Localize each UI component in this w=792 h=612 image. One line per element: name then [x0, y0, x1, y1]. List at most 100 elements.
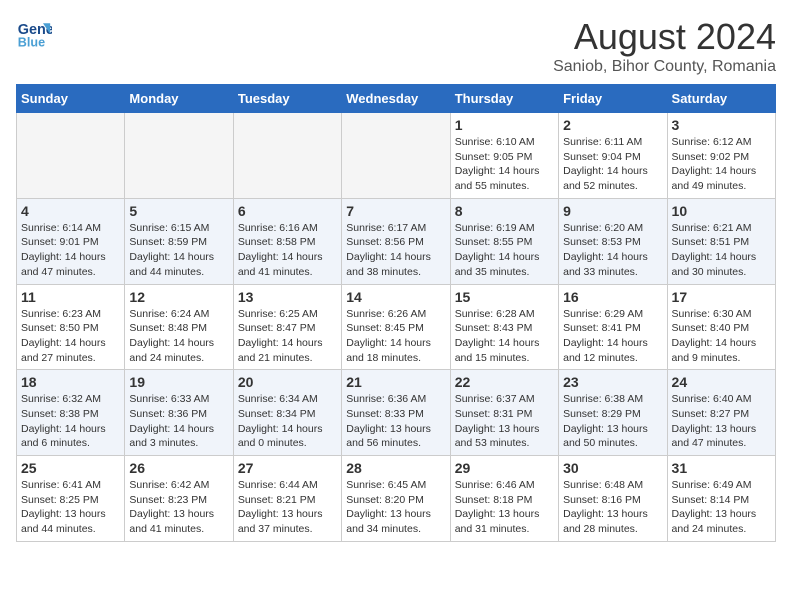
calendar-day-cell: 28Sunrise: 6:45 AMSunset: 8:20 PMDayligh… — [342, 456, 450, 542]
day-number: 19 — [129, 374, 228, 390]
calendar-table: SundayMondayTuesdayWednesdayThursdayFrid… — [16, 84, 776, 542]
svg-text:Blue: Blue — [18, 36, 45, 50]
calendar-day-cell: 30 Sunrise: 6:48 AMSunset: 8:16 PMDayligh… — [559, 456, 667, 542]
calendar-week-row: 1 Sunrise: 6:10 AMSunset: 9:05 PMDaylight… — [17, 113, 776, 199]
location-subtitle: Saniob, Bihor County, Romania — [553, 58, 776, 76]
weekday-header: Thursday — [450, 85, 558, 113]
day-number: 23 — [563, 374, 662, 390]
calendar-day-cell: 11 Sunrise: 6:23 AMSunset: 8:50 PMDayligh… — [17, 284, 125, 370]
calendar-week-row: 4 Sunrise: 6:14 AMSunset: 9:01 PMDaylight… — [17, 198, 776, 284]
day-number: 15 — [455, 289, 554, 305]
day-info: Sunrise: 6:15 AMSunset: 8:59 PMDaylight:… — [129, 221, 228, 280]
calendar-day-cell: 31Sunrise: 6:49 AMSunset: 8:14 PMDayligh… — [667, 456, 775, 542]
calendar-day-cell: 24 Sunrise: 6:40 AMSunset: 8:27 PMDayligh… — [667, 370, 775, 456]
day-number: 1 — [455, 117, 554, 133]
day-info: Sunrise: 6:40 AMSunset: 8:27 PMDaylight:… — [672, 392, 771, 451]
day-info: Sunrise: 6:28 AMSunset: 8:43 PMDaylight:… — [455, 307, 554, 366]
calendar-day-cell: 16 Sunrise: 6:29 AMSunset: 8:41 PMDayligh… — [559, 284, 667, 370]
calendar-day-cell: 27 Sunrise: 6:44 AMSunset: 8:21 PMDayligh… — [233, 456, 341, 542]
calendar-day-cell: 26 Sunrise: 6:42 AMSunset: 8:23 PMDayligh… — [125, 456, 233, 542]
day-number: 12 — [129, 289, 228, 305]
day-number: 27 — [238, 460, 337, 476]
day-number: 20 — [238, 374, 337, 390]
calendar-header-row: SundayMondayTuesdayWednesdayThursdayFrid… — [17, 85, 776, 113]
day-info: Sunrise: 6:49 AMSunset: 8:14 PMDaylight:… — [672, 478, 771, 537]
day-number: 4 — [21, 203, 120, 219]
calendar-day-cell: 13 Sunrise: 6:25 AMSunset: 8:47 PMDayligh… — [233, 284, 341, 370]
day-number: 30 — [563, 460, 662, 476]
day-number: 28 — [346, 460, 445, 476]
calendar-day-cell: 20 Sunrise: 6:34 AMSunset: 8:34 PMDayligh… — [233, 370, 341, 456]
day-number: 7 — [346, 203, 445, 219]
weekday-header: Wednesday — [342, 85, 450, 113]
day-number: 18 — [21, 374, 120, 390]
day-number: 17 — [672, 289, 771, 305]
day-number: 16 — [563, 289, 662, 305]
calendar-day-cell: 2 Sunrise: 6:11 AMSunset: 9:04 PMDaylight… — [559, 113, 667, 199]
calendar-day-cell: 21Sunrise: 6:36 AMSunset: 8:33 PMDayligh… — [342, 370, 450, 456]
title-block: August 2024 Saniob, Bihor County, Romani… — [553, 16, 776, 76]
calendar-day-cell: 4 Sunrise: 6:14 AMSunset: 9:01 PMDaylight… — [17, 198, 125, 284]
day-info: Sunrise: 6:48 AMSunset: 8:16 PMDaylight:… — [563, 478, 662, 537]
day-info: Sunrise: 6:10 AMSunset: 9:05 PMDaylight:… — [455, 135, 554, 194]
day-number: 3 — [672, 117, 771, 133]
day-info: Sunrise: 6:19 AMSunset: 8:55 PMDaylight:… — [455, 221, 554, 280]
logo: General Blue — [16, 16, 52, 52]
calendar-week-row: 25Sunrise: 6:41 AMSunset: 8:25 PMDayligh… — [17, 456, 776, 542]
day-number: 13 — [238, 289, 337, 305]
calendar-day-cell: 9 Sunrise: 6:20 AMSunset: 8:53 PMDaylight… — [559, 198, 667, 284]
calendar-day-cell: 19 Sunrise: 6:33 AMSunset: 8:36 PMDayligh… — [125, 370, 233, 456]
day-info: Sunrise: 6:26 AMSunset: 8:45 PMDaylight:… — [346, 307, 445, 366]
day-info: Sunrise: 6:30 AMSunset: 8:40 PMDaylight:… — [672, 307, 771, 366]
day-number: 8 — [455, 203, 554, 219]
day-info: Sunrise: 6:46 AMSunset: 8:18 PMDaylight:… — [455, 478, 554, 537]
day-number: 9 — [563, 203, 662, 219]
day-info: Sunrise: 6:42 AMSunset: 8:23 PMDaylight:… — [129, 478, 228, 537]
day-number: 11 — [21, 289, 120, 305]
month-title: August 2024 — [553, 16, 776, 58]
calendar-day-cell: 5Sunrise: 6:15 AMSunset: 8:59 PMDaylight… — [125, 198, 233, 284]
day-info: Sunrise: 6:17 AMSunset: 8:56 PMDaylight:… — [346, 221, 445, 280]
day-info: Sunrise: 6:23 AMSunset: 8:50 PMDaylight:… — [21, 307, 120, 366]
day-info: Sunrise: 6:12 AMSunset: 9:02 PMDaylight:… — [672, 135, 771, 194]
day-number: 10 — [672, 203, 771, 219]
day-info: Sunrise: 6:11 AMSunset: 9:04 PMDaylight:… — [563, 135, 662, 194]
calendar-day-cell: 17 Sunrise: 6:30 AMSunset: 8:40 PMDayligh… — [667, 284, 775, 370]
day-info: Sunrise: 6:34 AMSunset: 8:34 PMDaylight:… — [238, 392, 337, 451]
day-number: 26 — [129, 460, 228, 476]
day-info: Sunrise: 6:44 AMSunset: 8:21 PMDaylight:… — [238, 478, 337, 537]
calendar-day-cell: 22 Sunrise: 6:37 AMSunset: 8:31 PMDayligh… — [450, 370, 558, 456]
day-info: Sunrise: 6:21 AMSunset: 8:51 PMDaylight:… — [672, 221, 771, 280]
calendar-day-cell: 15 Sunrise: 6:28 AMSunset: 8:43 PMDayligh… — [450, 284, 558, 370]
calendar-day-cell — [233, 113, 341, 199]
day-number: 14 — [346, 289, 445, 305]
day-number: 22 — [455, 374, 554, 390]
day-number: 25 — [21, 460, 120, 476]
calendar-day-cell — [17, 113, 125, 199]
calendar-week-row: 18 Sunrise: 6:32 AMSunset: 8:38 PMDayligh… — [17, 370, 776, 456]
calendar-day-cell: 25Sunrise: 6:41 AMSunset: 8:25 PMDayligh… — [17, 456, 125, 542]
page-header: General Blue August 2024 Saniob, Bihor C… — [16, 16, 776, 76]
day-info: Sunrise: 6:33 AMSunset: 8:36 PMDaylight:… — [129, 392, 228, 451]
calendar-day-cell: 14 Sunrise: 6:26 AMSunset: 8:45 PMDayligh… — [342, 284, 450, 370]
day-number: 29 — [455, 460, 554, 476]
weekday-header: Tuesday — [233, 85, 341, 113]
day-info: Sunrise: 6:32 AMSunset: 8:38 PMDaylight:… — [21, 392, 120, 451]
calendar-day-cell: 18 Sunrise: 6:32 AMSunset: 8:38 PMDayligh… — [17, 370, 125, 456]
day-info: Sunrise: 6:20 AMSunset: 8:53 PMDaylight:… — [563, 221, 662, 280]
calendar-day-cell: 23Sunrise: 6:38 AMSunset: 8:29 PMDayligh… — [559, 370, 667, 456]
calendar-day-cell — [125, 113, 233, 199]
day-info: Sunrise: 6:14 AMSunset: 9:01 PMDaylight:… — [21, 221, 120, 280]
day-info: Sunrise: 6:25 AMSunset: 8:47 PMDaylight:… — [238, 307, 337, 366]
day-info: Sunrise: 6:29 AMSunset: 8:41 PMDaylight:… — [563, 307, 662, 366]
day-number: 2 — [563, 117, 662, 133]
day-number: 24 — [672, 374, 771, 390]
day-info: Sunrise: 6:37 AMSunset: 8:31 PMDaylight:… — [455, 392, 554, 451]
calendar-day-cell: 6Sunrise: 6:16 AMSunset: 8:58 PMDaylight… — [233, 198, 341, 284]
calendar-day-cell: 10 Sunrise: 6:21 AMSunset: 8:51 PMDayligh… — [667, 198, 775, 284]
weekday-header: Saturday — [667, 85, 775, 113]
calendar-day-cell: 1 Sunrise: 6:10 AMSunset: 9:05 PMDaylight… — [450, 113, 558, 199]
day-number: 6 — [238, 203, 337, 219]
logo-icon: General Blue — [16, 16, 52, 52]
calendar-day-cell: 3 Sunrise: 6:12 AMSunset: 9:02 PMDaylight… — [667, 113, 775, 199]
